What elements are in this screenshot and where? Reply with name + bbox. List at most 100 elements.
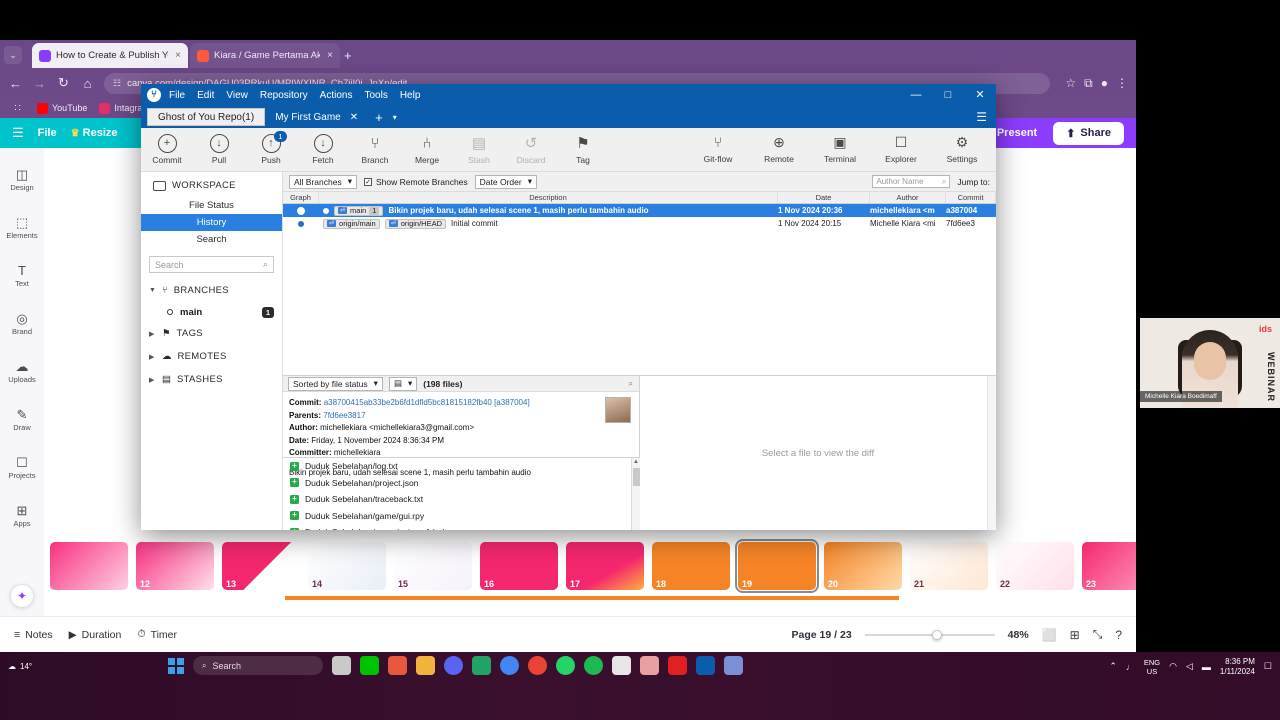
browser-tab-1[interactable]: Kiara / Game Pertama Aku - Gi ×	[190, 43, 340, 68]
home-icon[interactable]: ⌂	[80, 76, 95, 91]
column-date[interactable]: Date	[778, 192, 870, 203]
minimize-button[interactable]: —	[900, 84, 932, 106]
slide-thumbnail[interactable]: 14	[308, 542, 386, 590]
slide-thumbnail[interactable]: 22	[996, 542, 1074, 590]
sort-select[interactable]: Sorted by file status ▾	[288, 376, 383, 391]
notifications-icon[interactable]: ☐	[1264, 661, 1272, 672]
slide-thumbnail-selected[interactable]: 19	[735, 539, 819, 593]
language-indicator[interactable]: ENG US	[1144, 658, 1160, 676]
share-button[interactable]: ⬆ Share	[1053, 121, 1124, 145]
file-row[interactable]: + Duduk Sebelahan/game/gui.rpy.1.bak	[283, 524, 640, 530]
whatsapp-icon[interactable]	[556, 656, 575, 675]
taskbar-search[interactable]: ⌕ Search	[193, 656, 323, 675]
close-button[interactable]: ✕	[964, 84, 996, 106]
fetch-button[interactable]: ↓ Fetch	[297, 134, 349, 165]
branch-button[interactable]: ⑂ Branch	[349, 134, 401, 165]
author-filter-input[interactable]: Author Name ⌕	[872, 175, 951, 188]
new-repo-tab-button[interactable]: +	[375, 110, 383, 125]
sidebar-item-brand[interactable]: ◎ Brand	[0, 300, 44, 348]
start-button[interactable]	[168, 657, 184, 674]
magic-assistant-button[interactable]: ✦	[10, 584, 34, 608]
weather-widget[interactable]: ☁ 14°	[8, 662, 32, 671]
branch-item-main[interactable]: main 1	[141, 302, 282, 322]
sidebar-item-search[interactable]: Search	[141, 231, 282, 248]
tab-overflow-caret-icon[interactable]: ▾	[393, 113, 397, 122]
clock[interactable]: 8:36 PM 1/11/2024	[1220, 657, 1255, 676]
commit-row-selected[interactable]: ⏎ main 1 Bikin projek baru, udah selesai…	[283, 204, 996, 217]
profile-icon[interactable]: ●	[1101, 76, 1108, 90]
file-search-icon[interactable]: ⌕	[629, 379, 633, 389]
merge-button[interactable]: ⑃ Merge	[401, 134, 453, 165]
sidebar-item-history[interactable]: History	[141, 214, 282, 231]
scroll-up-icon[interactable]: ▲	[632, 458, 640, 467]
slide-thumbnail[interactable]: 21	[910, 542, 988, 590]
bookmark-youtube[interactable]: YouTube	[37, 102, 87, 114]
file-explorer-icon[interactable]	[332, 656, 351, 675]
show-remote-branches-checkbox[interactable]: ✓ Show Remote Branches	[364, 177, 468, 187]
file-row[interactable]: + Duduk Sebelahan/project.json	[283, 475, 640, 492]
repo-tab-my-first-game[interactable]: My First Game ✕	[265, 108, 369, 126]
canva-file-menu[interactable]: File	[38, 127, 57, 139]
menu-view[interactable]: View	[226, 90, 248, 101]
forward-icon[interactable]: →	[32, 76, 47, 91]
acrobat-icon[interactable]	[668, 656, 687, 675]
ref-tag-origin-main[interactable]: ⏎ origin/main	[323, 218, 380, 229]
repo-tab-ghost-of-you[interactable]: Ghost of You Repo(1)	[147, 108, 266, 126]
microsoft-365-icon[interactable]	[388, 656, 407, 675]
wifi-icon[interactable]: ◠	[1169, 661, 1177, 672]
push-button[interactable]: ↑ 1 Push	[245, 131, 297, 165]
pull-button[interactable]: ↓ Pull	[193, 134, 245, 165]
sidebar-item-projects[interactable]: ☐ Projects	[0, 444, 44, 492]
file-row[interactable]: + Duduk Sebelahan/game/gui.rpy	[283, 508, 640, 525]
sidebar-item-uploads[interactable]: ☁ Uploads	[0, 348, 44, 396]
slide-thumbnail[interactable]: 16	[480, 542, 558, 590]
slide-thumbnail[interactable]: 20	[824, 542, 902, 590]
ref-tag-main[interactable]: ⏎ main 1	[334, 205, 384, 216]
ref-tag-origin-head[interactable]: ⏎ origin/HEAD	[384, 218, 447, 229]
arc-icon[interactable]	[724, 656, 743, 675]
slide-thumbnail[interactable]: 13	[222, 542, 300, 590]
sourcetree-icon[interactable]	[696, 656, 715, 675]
sidebar-section-branches[interactable]: ▼ ⑂ BRANCHES	[141, 279, 282, 302]
favorite-icon[interactable]: ☆	[1065, 76, 1076, 90]
view-mode-select[interactable]: ▤ ▾	[388, 376, 418, 391]
remote-button[interactable]: ⊕ Remote	[753, 133, 805, 164]
microphone-icon[interactable]: ♩	[1126, 662, 1135, 672]
menu-tools[interactable]: Tools	[364, 90, 387, 101]
tray-expand-icon[interactable]: ⌃	[1109, 661, 1117, 672]
help-icon[interactable]: ?	[1115, 628, 1122, 642]
repo-tab-close-icon[interactable]: ✕	[350, 112, 358, 123]
photos-icon[interactable]	[640, 656, 659, 675]
chrome-icon[interactable]	[500, 656, 519, 675]
sidebar-item-design[interactable]: ◫ Design	[0, 156, 44, 204]
sidebar-search-input[interactable]: Search ⌕	[149, 256, 274, 273]
reload-icon[interactable]: ↻	[56, 75, 71, 91]
canva-resize-button[interactable]: ♛ Resize	[71, 127, 118, 139]
menu-actions[interactable]: Actions	[320, 90, 353, 101]
battery-icon[interactable]: ▬	[1202, 662, 1211, 672]
bookmark-instagram[interactable]: Intagra	[99, 102, 142, 114]
sidebar-section-tags[interactable]: ▶ ⚑ TAGS	[141, 322, 282, 345]
column-author[interactable]: Author	[870, 192, 946, 203]
browser-tab-0[interactable]: How to Create & Publish You ×	[32, 43, 188, 68]
file-row[interactable]: + Duduk Sebelahan/log.txt	[283, 458, 640, 475]
sidebar-item-apps[interactable]: ⊞ Apps	[0, 492, 44, 540]
new-tab-button[interactable]: +	[344, 48, 352, 63]
file-list-scrollbar[interactable]: ▲	[631, 458, 640, 530]
fullscreen-icon[interactable]: ⤡	[1093, 627, 1103, 642]
terminal-button[interactable]: ▣ Terminal	[814, 133, 866, 164]
parents-value[interactable]: 7fd6ee3817	[323, 411, 365, 420]
column-graph[interactable]: Graph	[283, 192, 319, 203]
sidebar-item-draw[interactable]: ✎ Draw	[0, 396, 44, 444]
maximize-button[interactable]: □	[932, 84, 964, 106]
chrome-beta-icon[interactable]	[528, 656, 547, 675]
git-flow-button[interactable]: ⑂ Git-flow	[692, 133, 744, 164]
menu-edit[interactable]: Edit	[197, 90, 214, 101]
grid-view-icon[interactable]: ⊞	[1070, 628, 1080, 642]
n-app-icon[interactable]	[612, 656, 631, 675]
notes-button[interactable]: ≡ Notes	[14, 629, 53, 641]
tab-close-icon[interactable]: ×	[327, 50, 333, 61]
slide-thumbnail[interactable]: 12	[136, 542, 214, 590]
sidebar-section-remotes[interactable]: ▶ ☁ REMOTES	[141, 345, 282, 368]
zoom-slider-knob[interactable]	[932, 629, 943, 640]
